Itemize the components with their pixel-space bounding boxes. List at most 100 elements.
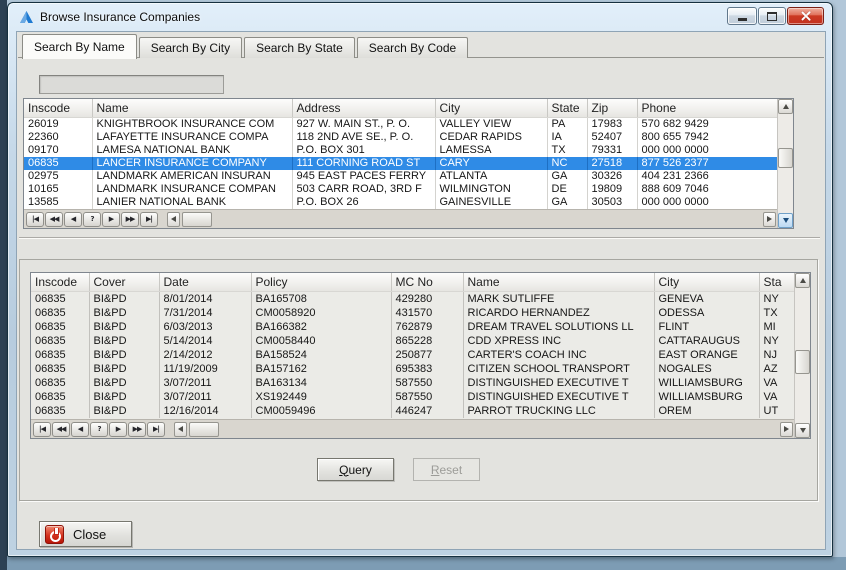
cell[interactable]: LANIER NATIONAL BANK	[92, 195, 293, 209]
companies-horizontal-scrollbar[interactable]	[167, 211, 776, 228]
cell[interactable]: 06835	[31, 389, 90, 404]
cell[interactable]: RICARDO HERNANDEZ	[463, 305, 655, 320]
cell[interactable]: 8/01/2014	[159, 291, 252, 306]
cell[interactable]: 877 526 2377	[637, 156, 777, 170]
cell[interactable]: NY	[759, 333, 794, 348]
cell[interactable]: CEDAR RAPIDS	[435, 130, 548, 144]
nav-prior-button[interactable]: ◀	[71, 421, 89, 437]
scroll-track[interactable]	[795, 288, 810, 423]
cell[interactable]: NOGALES	[654, 361, 760, 376]
cell[interactable]: BI&PD	[89, 347, 160, 362]
cell[interactable]: BI&PD	[89, 403, 160, 418]
scroll-track[interactable]	[778, 114, 793, 213]
column-header[interactable]: Cover	[89, 273, 160, 292]
cell[interactable]: LANDMARK INSURANCE COMPAN	[92, 182, 293, 196]
cell[interactable]: 06835	[31, 319, 90, 334]
nav-first-button[interactable]: |◀	[33, 421, 51, 437]
cell[interactable]: 570 682 9429	[637, 117, 777, 131]
cell[interactable]: TX	[759, 305, 794, 320]
maximize-button[interactable]	[758, 7, 786, 25]
cell[interactable]: MI	[759, 319, 794, 334]
table-row[interactable]: 06835 BI&PD 3/07/2011 BA163134 587550 DISTING…	[31, 375, 794, 390]
reset-button[interactable]: Reset	[413, 458, 480, 481]
cell[interactable]: 111 CORNING ROAD ST	[292, 156, 436, 170]
cell[interactable]: 12/16/2014	[159, 403, 252, 418]
cell[interactable]: 79331	[587, 143, 638, 157]
cell[interactable]: IA	[547, 130, 588, 144]
cell[interactable]: VA	[759, 389, 794, 404]
cell[interactable]: 3/07/2011	[159, 389, 252, 404]
cell[interactable]: NJ	[759, 347, 794, 362]
cell[interactable]: 118 2ND AVE SE., P. O.	[292, 130, 436, 144]
cell[interactable]: 3/07/2011	[159, 375, 252, 390]
cell[interactable]: DREAM TRAVEL SOLUTIONS LL	[463, 319, 655, 334]
cell[interactable]: 06835	[31, 403, 90, 418]
cell[interactable]: BI&PD	[89, 319, 160, 334]
cell[interactable]: 19809	[587, 182, 638, 196]
cell[interactable]: LAFAYETTE INSURANCE COMPA	[92, 130, 293, 144]
column-header[interactable]: Inscode	[24, 99, 93, 118]
table-row[interactable]: 09170 LAMESA NATIONAL BANK P.O. BOX 301 LAM…	[24, 143, 777, 157]
column-header[interactable]: City	[654, 273, 760, 292]
cell[interactable]: 927 W. MAIN ST., P. O.	[292, 117, 436, 131]
cell[interactable]: CATTARAUGUS	[654, 333, 760, 348]
cell[interactable]: ATLANTA	[435, 169, 548, 183]
cell[interactable]: DISTINGUISHED EXECUTIVE T	[463, 389, 655, 404]
cell[interactable]: 865228	[391, 333, 464, 348]
cell[interactable]: VALLEY VIEW	[435, 117, 548, 131]
cell[interactable]: WILMINGTON	[435, 182, 548, 196]
table-row[interactable]: 06835 BI&PD 6/03/2013 BA166382 762879 DREAM T…	[31, 319, 794, 334]
column-header[interactable]: MC No	[391, 273, 464, 292]
column-header[interactable]: Date	[159, 273, 252, 292]
cell[interactable]: TX	[547, 143, 588, 157]
cell[interactable]: WILLIAMSBURG	[654, 389, 760, 404]
column-header[interactable]: State	[547, 99, 588, 118]
cell[interactable]: 000 000 0000	[637, 143, 777, 157]
table-row[interactable]: 06835 BI&PD 11/19/2009 BA157162 695383 CITIZE…	[31, 361, 794, 376]
cell[interactable]: PARROT TRUCKING LLC	[463, 403, 655, 418]
cell[interactable]: 27518	[587, 156, 638, 170]
cell[interactable]: 503 CARR ROAD, 3RD F	[292, 182, 436, 196]
cell[interactable]: 11/19/2009	[159, 361, 252, 376]
nav-next-page-button[interactable]: ▶▶	[121, 211, 139, 227]
cell[interactable]: MARK SUTLIFFE	[463, 291, 655, 306]
query-button[interactable]: Query	[317, 458, 394, 481]
column-header[interactable]: Zip	[587, 99, 638, 118]
cell[interactable]: CARY	[435, 156, 548, 170]
cell[interactable]: UT	[759, 403, 794, 418]
cell[interactable]: KNIGHTBROOK INSURANCE COM	[92, 117, 293, 131]
cell[interactable]: 7/31/2014	[159, 305, 252, 320]
nav-last-button[interactable]: ▶|	[140, 211, 158, 227]
nav-prior-button[interactable]: ◀	[64, 211, 82, 227]
cell[interactable]: GA	[547, 195, 588, 209]
cell[interactable]: 06835	[31, 291, 90, 306]
cell[interactable]: 06835	[31, 347, 90, 362]
cell[interactable]: 06835	[31, 333, 90, 348]
table-row[interactable]: 10165 LANDMARK INSURANCE COMPAN 503 CARR R…	[24, 182, 777, 196]
cell[interactable]: 429280	[391, 291, 464, 306]
nav-last-button[interactable]: ▶|	[147, 421, 165, 437]
table-row[interactable]: 22360 LAFAYETTE INSURANCE COMPA 118 2ND AV…	[24, 130, 777, 144]
cell[interactable]: FLINT	[654, 319, 760, 334]
table-row[interactable]: 06835 BI&PD 7/31/2014 CM0058920 431570 RICARD…	[31, 305, 794, 320]
cell[interactable]: 695383	[391, 361, 464, 376]
scroll-thumb[interactable]	[778, 148, 793, 168]
cell[interactable]: EAST ORANGE	[654, 347, 760, 362]
table-row[interactable]: 06835 BI&PD 5/14/2014 CM0058440 865228 CDD XP…	[31, 333, 794, 348]
nav-first-button[interactable]: |◀	[26, 211, 44, 227]
cell[interactable]: 30503	[587, 195, 638, 209]
scroll-right-button[interactable]	[763, 211, 776, 227]
cell[interactable]: CITIZEN SCHOOL TRANSPORT	[463, 361, 655, 376]
cell[interactable]: 888 609 7046	[637, 182, 777, 196]
cell[interactable]: CM0058920	[251, 305, 392, 320]
window-close-button[interactable]	[787, 7, 824, 25]
nav-next-button[interactable]: ▶	[102, 211, 120, 227]
cell[interactable]: LAMESSA	[435, 143, 548, 157]
column-header[interactable]: Name	[92, 99, 293, 118]
table-row[interactable]: 06835 BI&PD 2/14/2012 BA158524 250877 CARTER'…	[31, 347, 794, 362]
cell[interactable]: LANDMARK AMERICAN INSURAN	[92, 169, 293, 183]
column-header[interactable]: City	[435, 99, 548, 118]
cell[interactable]: 06835	[31, 305, 90, 320]
cell[interactable]: 13585	[24, 195, 93, 209]
cell[interactable]: 587550	[391, 389, 464, 404]
